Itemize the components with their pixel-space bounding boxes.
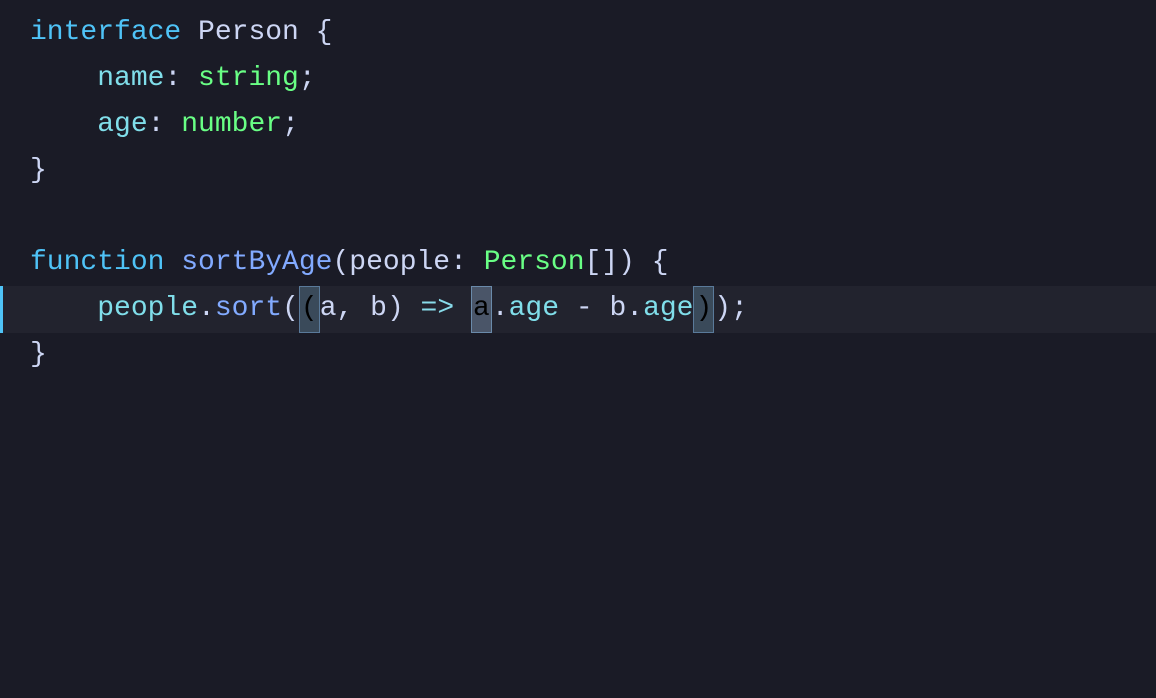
line-content-3: age: number; xyxy=(10,102,319,148)
token-indent3 xyxy=(30,287,97,332)
token-close-paren-arrow: ) xyxy=(387,287,421,332)
token-final-paren-semi: ); xyxy=(714,287,748,332)
token-brace-close1: } xyxy=(30,149,47,194)
code-line-4: } xyxy=(0,148,1156,194)
token-paren-highlight: ( xyxy=(299,286,320,333)
line-gutter-5 xyxy=(0,194,10,240)
token-dot2: . xyxy=(492,287,509,332)
token-number-type: number xyxy=(181,103,282,148)
code-line-6: function sortByAge(people: Person[]) { xyxy=(0,240,1156,286)
line-gutter-8 xyxy=(0,333,10,379)
token-space3 xyxy=(454,287,471,332)
token-string-type: string xyxy=(198,57,299,102)
line-content-4: } xyxy=(10,148,67,194)
line-gutter-7 xyxy=(0,286,10,333)
token-people-obj: people xyxy=(97,287,198,332)
token-colon1: : xyxy=(164,57,198,102)
line-content-7: people.sort((a, b) => a.age - b.age)); xyxy=(10,286,768,333)
token-colon2: : xyxy=(148,103,182,148)
token-space2 xyxy=(164,241,181,286)
token-dot1: . xyxy=(198,287,215,332)
token-semi1: ; xyxy=(299,57,316,102)
token-b-param: b xyxy=(370,287,387,332)
active-line-bar xyxy=(0,286,3,333)
token-function: function xyxy=(30,241,164,286)
token-person-type: Person xyxy=(484,241,585,286)
line-gutter-4 xyxy=(0,148,10,194)
token-dot3: . xyxy=(626,287,643,332)
token-sort-fn: sort xyxy=(215,287,282,332)
token-age-access1: age xyxy=(509,287,559,332)
token-age-access2: age xyxy=(643,287,693,332)
token-minus: - xyxy=(559,287,609,332)
token-fn-name: sortByAge xyxy=(181,241,332,286)
code-line-8: } xyxy=(0,333,1156,379)
line-gutter-3 xyxy=(0,102,10,148)
token-brace-open: { xyxy=(316,11,333,56)
line-gutter-2 xyxy=(0,56,10,102)
token-arr-bracket: [] xyxy=(585,241,619,286)
code-line-5 xyxy=(0,194,1156,240)
line-gutter-6 xyxy=(0,240,10,286)
token-paren-close-brace: ) { xyxy=(618,241,668,286)
line-content-5 xyxy=(10,194,50,240)
token-paren-open: ( xyxy=(332,241,349,286)
token-colon3: : xyxy=(450,241,484,286)
line-content-6: function sortByAge(people: Person[]) { xyxy=(10,240,689,286)
code-line-7: people.sort((a, b) => a.age - b.age)); xyxy=(0,286,1156,333)
token-sort-paren: ( xyxy=(282,287,299,332)
line-gutter-1 xyxy=(0,10,10,56)
token-indent xyxy=(30,57,97,102)
token-semi2: ; xyxy=(282,103,299,148)
line-content-8: } xyxy=(10,333,67,379)
token-interface: interface xyxy=(30,11,181,56)
code-line-3: age: number; xyxy=(0,102,1156,148)
line-content-2: name: string; xyxy=(10,56,336,102)
code-line-1: interface Person { xyxy=(0,10,1156,56)
code-line-2: name: string; xyxy=(0,56,1156,102)
token-close-bracket-highlight: ) xyxy=(693,286,714,333)
token-comma: , xyxy=(337,287,371,332)
token-people-param: people xyxy=(349,241,450,286)
token-a-param: a xyxy=(320,287,337,332)
line-content-1: interface Person { xyxy=(10,10,352,56)
token-space: Person xyxy=(181,11,315,56)
token-b-ref: b xyxy=(609,287,626,332)
token-brace-close2: } xyxy=(30,333,47,378)
token-a-highlight: a xyxy=(471,286,492,333)
token-indent2 xyxy=(30,103,97,148)
code-editor[interactable]: interface Person { name: string; age: nu… xyxy=(0,0,1156,698)
token-age-prop: age xyxy=(97,103,147,148)
token-arrow: => xyxy=(421,287,455,332)
token-name-prop: name xyxy=(97,57,164,102)
